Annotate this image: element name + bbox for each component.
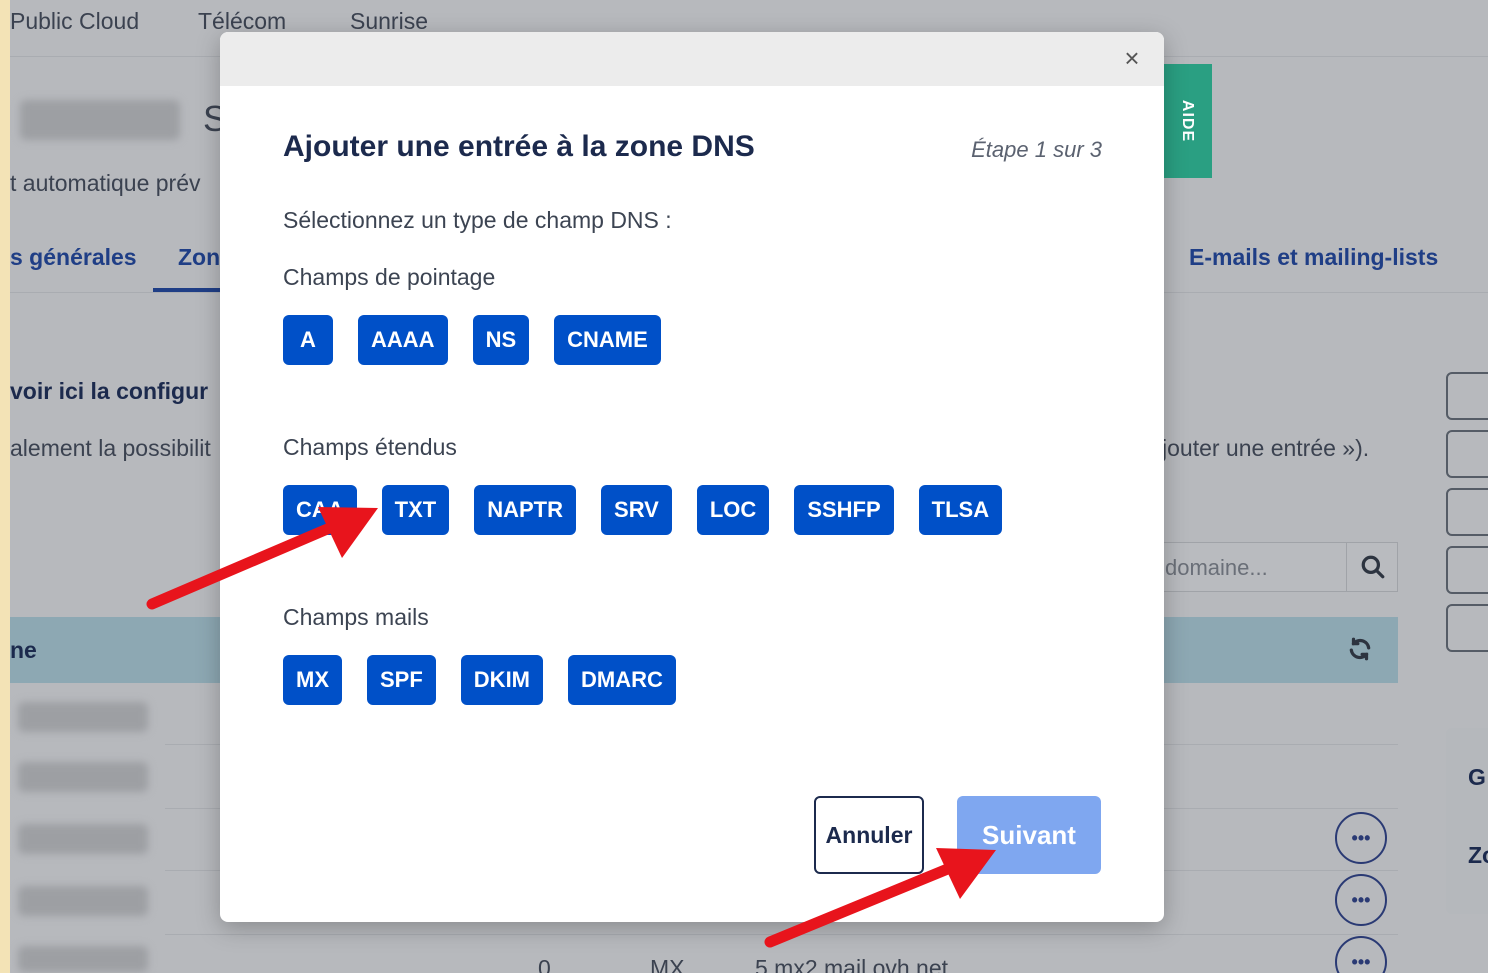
record-type-dmarc[interactable]: DMARC: [568, 655, 676, 705]
search-icon: [1361, 555, 1384, 579]
search-placeholder: domaine...: [1165, 555, 1268, 580]
blurred-row-4: [18, 886, 148, 916]
row-target: 5 mx2.mail.ovh.net.: [755, 955, 955, 973]
close-icon[interactable]: ×: [1118, 43, 1146, 73]
section-text-left: alement la possibilit: [10, 435, 211, 461]
tab-dns-zone[interactable]: Zon: [178, 244, 220, 271]
tab-general[interactable]: s générales: [10, 244, 137, 271]
section-text-right: jouter une entrée »).: [1162, 435, 1370, 461]
row-actions-button[interactable]: •••: [1335, 812, 1387, 864]
record-type-ns[interactable]: NS: [472, 315, 530, 365]
record-type-naptr[interactable]: NAPTR: [474, 485, 577, 535]
side-button-1[interactable]: [1446, 372, 1488, 420]
row-actions-button[interactable]: •••: [1335, 936, 1387, 973]
tab-emails[interactable]: E-mails et mailing-lists: [1189, 244, 1438, 271]
record-type-aaaa[interactable]: AAAA: [358, 315, 448, 365]
record-type-caa[interactable]: CAA: [283, 485, 357, 535]
ellipsis-icon: •••: [1351, 827, 1371, 848]
chip-row-mail: MX SPF DKIM DMARC: [283, 655, 676, 705]
record-type-sshfp[interactable]: SSHFP: [794, 485, 894, 535]
refresh-icon[interactable]: [1347, 636, 1373, 662]
nav-sunrise[interactable]: Sunrise: [350, 8, 428, 35]
ellipsis-icon: •••: [1351, 951, 1371, 972]
cancel-button[interactable]: Annuler: [814, 796, 924, 874]
next-button[interactable]: Suivant: [957, 796, 1101, 874]
chip-row-pointing: A AAAA NS CNAME: [283, 315, 661, 365]
side-button-2[interactable]: [1446, 430, 1488, 478]
record-type-tlsa[interactable]: TLSA: [918, 485, 1003, 535]
side-card-title: G: [1468, 764, 1486, 790]
section-heading: voir ici la configur: [10, 378, 209, 404]
blurred-row-5: [18, 946, 148, 972]
dialog-header: ×: [220, 32, 1164, 86]
record-type-loc[interactable]: LOC: [696, 485, 770, 535]
chip-row-extended: CAA TXT NAPTR SRV LOC SSHFP TLSA: [283, 485, 1003, 535]
record-type-cname[interactable]: CNAME: [554, 315, 661, 365]
record-type-srv[interactable]: SRV: [601, 485, 672, 535]
blurred-row-3: [18, 824, 148, 854]
side-card-item: Zo: [1468, 842, 1488, 868]
row-actions-button[interactable]: •••: [1335, 874, 1387, 926]
blurred-domain-name: [20, 100, 180, 140]
dialog-title: Ajouter une entrée à la zone DNS: [283, 130, 755, 163]
help-tab[interactable]: AIDE: [1162, 64, 1212, 178]
record-type-spf[interactable]: SPF: [367, 655, 436, 705]
side-button-4[interactable]: [1446, 546, 1488, 594]
side-card: G Zo: [1446, 728, 1488, 914]
table-header-label: ne: [10, 637, 37, 663]
nav-telecom[interactable]: Télécom: [198, 8, 286, 35]
group-label-extended: Champs étendus: [283, 434, 457, 460]
blurred-row-2: [18, 762, 148, 792]
blurred-row-1: [18, 702, 148, 732]
step-indicator: Étape 1 sur 3: [971, 137, 1102, 162]
record-type-mx[interactable]: MX: [283, 655, 342, 705]
page-subtitle: t automatique prév: [10, 170, 201, 196]
side-button-3[interactable]: [1446, 488, 1488, 536]
row-ttl: 0: [538, 955, 551, 973]
record-type-a[interactable]: A: [283, 315, 333, 365]
add-dns-entry-dialog: × Ajouter une entrée à la zone DNS Étape…: [220, 32, 1164, 922]
row-type: MX: [650, 955, 685, 973]
group-label-pointing: Champs de pointage: [283, 264, 496, 290]
row-divider: [165, 934, 1398, 935]
ellipsis-icon: •••: [1351, 889, 1371, 910]
group-label-mail: Champs mails: [283, 604, 429, 630]
search-button[interactable]: [1346, 542, 1398, 592]
record-type-txt[interactable]: TXT: [381, 485, 450, 535]
help-label: AIDE: [1178, 99, 1196, 143]
nav-public-cloud[interactable]: Public Cloud: [10, 8, 139, 35]
record-type-dkim[interactable]: DKIM: [460, 655, 544, 705]
side-button-5[interactable]: [1446, 604, 1488, 652]
dialog-instruction: Sélectionnez un type de champ DNS :: [283, 207, 672, 233]
